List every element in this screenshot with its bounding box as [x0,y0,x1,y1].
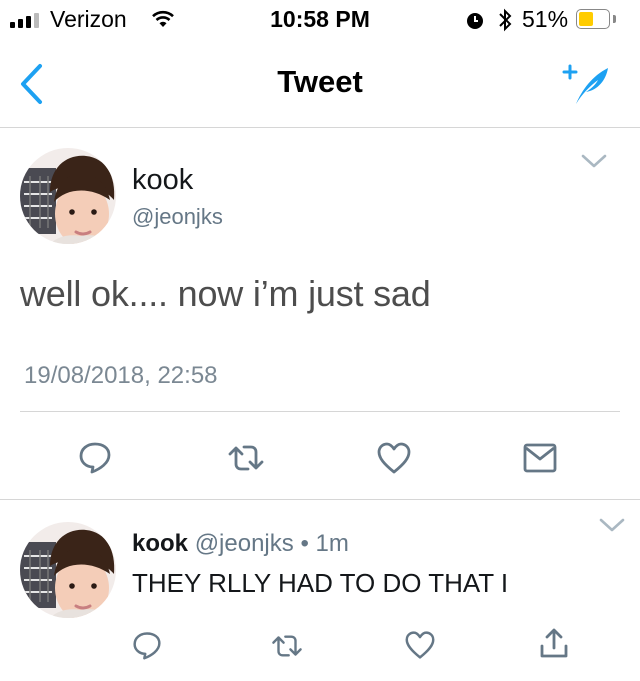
reply-tweet[interactable]: kook @jeonjks • 1m THEY RLLY HAD TO DO T… [0,500,640,681]
navigation-bar: Tweet [0,40,640,128]
like-icon [405,631,435,659]
author-handle[interactable]: @jeonjks [132,204,223,230]
alarm-icon [467,13,483,29]
reply-header: kook @jeonjks • 1m [132,530,349,558]
tweet-text: THEY RLLY HAD TO DO THAT I [132,568,509,598]
message-icon [523,443,557,473]
battery-percent: 51% [522,6,569,32]
like-icon [377,442,411,474]
avatar[interactable] [20,522,116,618]
profile-photo [20,522,116,618]
reply-icon [133,632,161,660]
compose-tweet-button[interactable] [556,60,612,110]
avatar[interactable] [20,148,116,244]
like-button[interactable] [404,630,436,665]
author-handle[interactable]: @jeonjks [195,530,294,557]
battery-cap [613,15,616,23]
retweet-icon [228,445,264,471]
author-name[interactable]: kook [132,164,193,197]
chevron-down-icon [599,518,625,532]
separator-dot: • [300,530,309,557]
page-title: Tweet [277,64,363,99]
divider [20,411,620,412]
compose-tweet-icon [562,64,608,104]
tweet-timestamp: 19/08/2018, 22:58 [24,362,218,389]
chevron-down-icon [581,154,607,168]
reply-icon [79,442,111,474]
direct-message-button[interactable] [522,442,558,479]
reply-button[interactable] [78,440,112,479]
retweet-button[interactable] [270,632,304,665]
share-button[interactable] [538,626,570,665]
like-button[interactable] [376,441,412,480]
tweet-age: 1m [315,530,349,557]
bluetooth-icon [499,8,512,32]
tweet-options-button[interactable] [580,152,608,175]
tweet-options-button[interactable] [598,516,626,539]
status-bar: Verizon 10:58 PM 51% [0,0,640,40]
tweet-detail: kook @jeonjks well ok.... now i’m just s… [0,128,640,500]
retweet-icon [272,635,302,657]
author-name[interactable]: kook [132,530,188,557]
profile-photo [20,148,116,244]
retweet-button[interactable] [226,442,266,479]
battery-icon [576,9,610,29]
share-icon [540,628,568,658]
tweet-text: well ok.... now i’m just sad [20,273,431,314]
reply-button[interactable] [132,630,162,665]
